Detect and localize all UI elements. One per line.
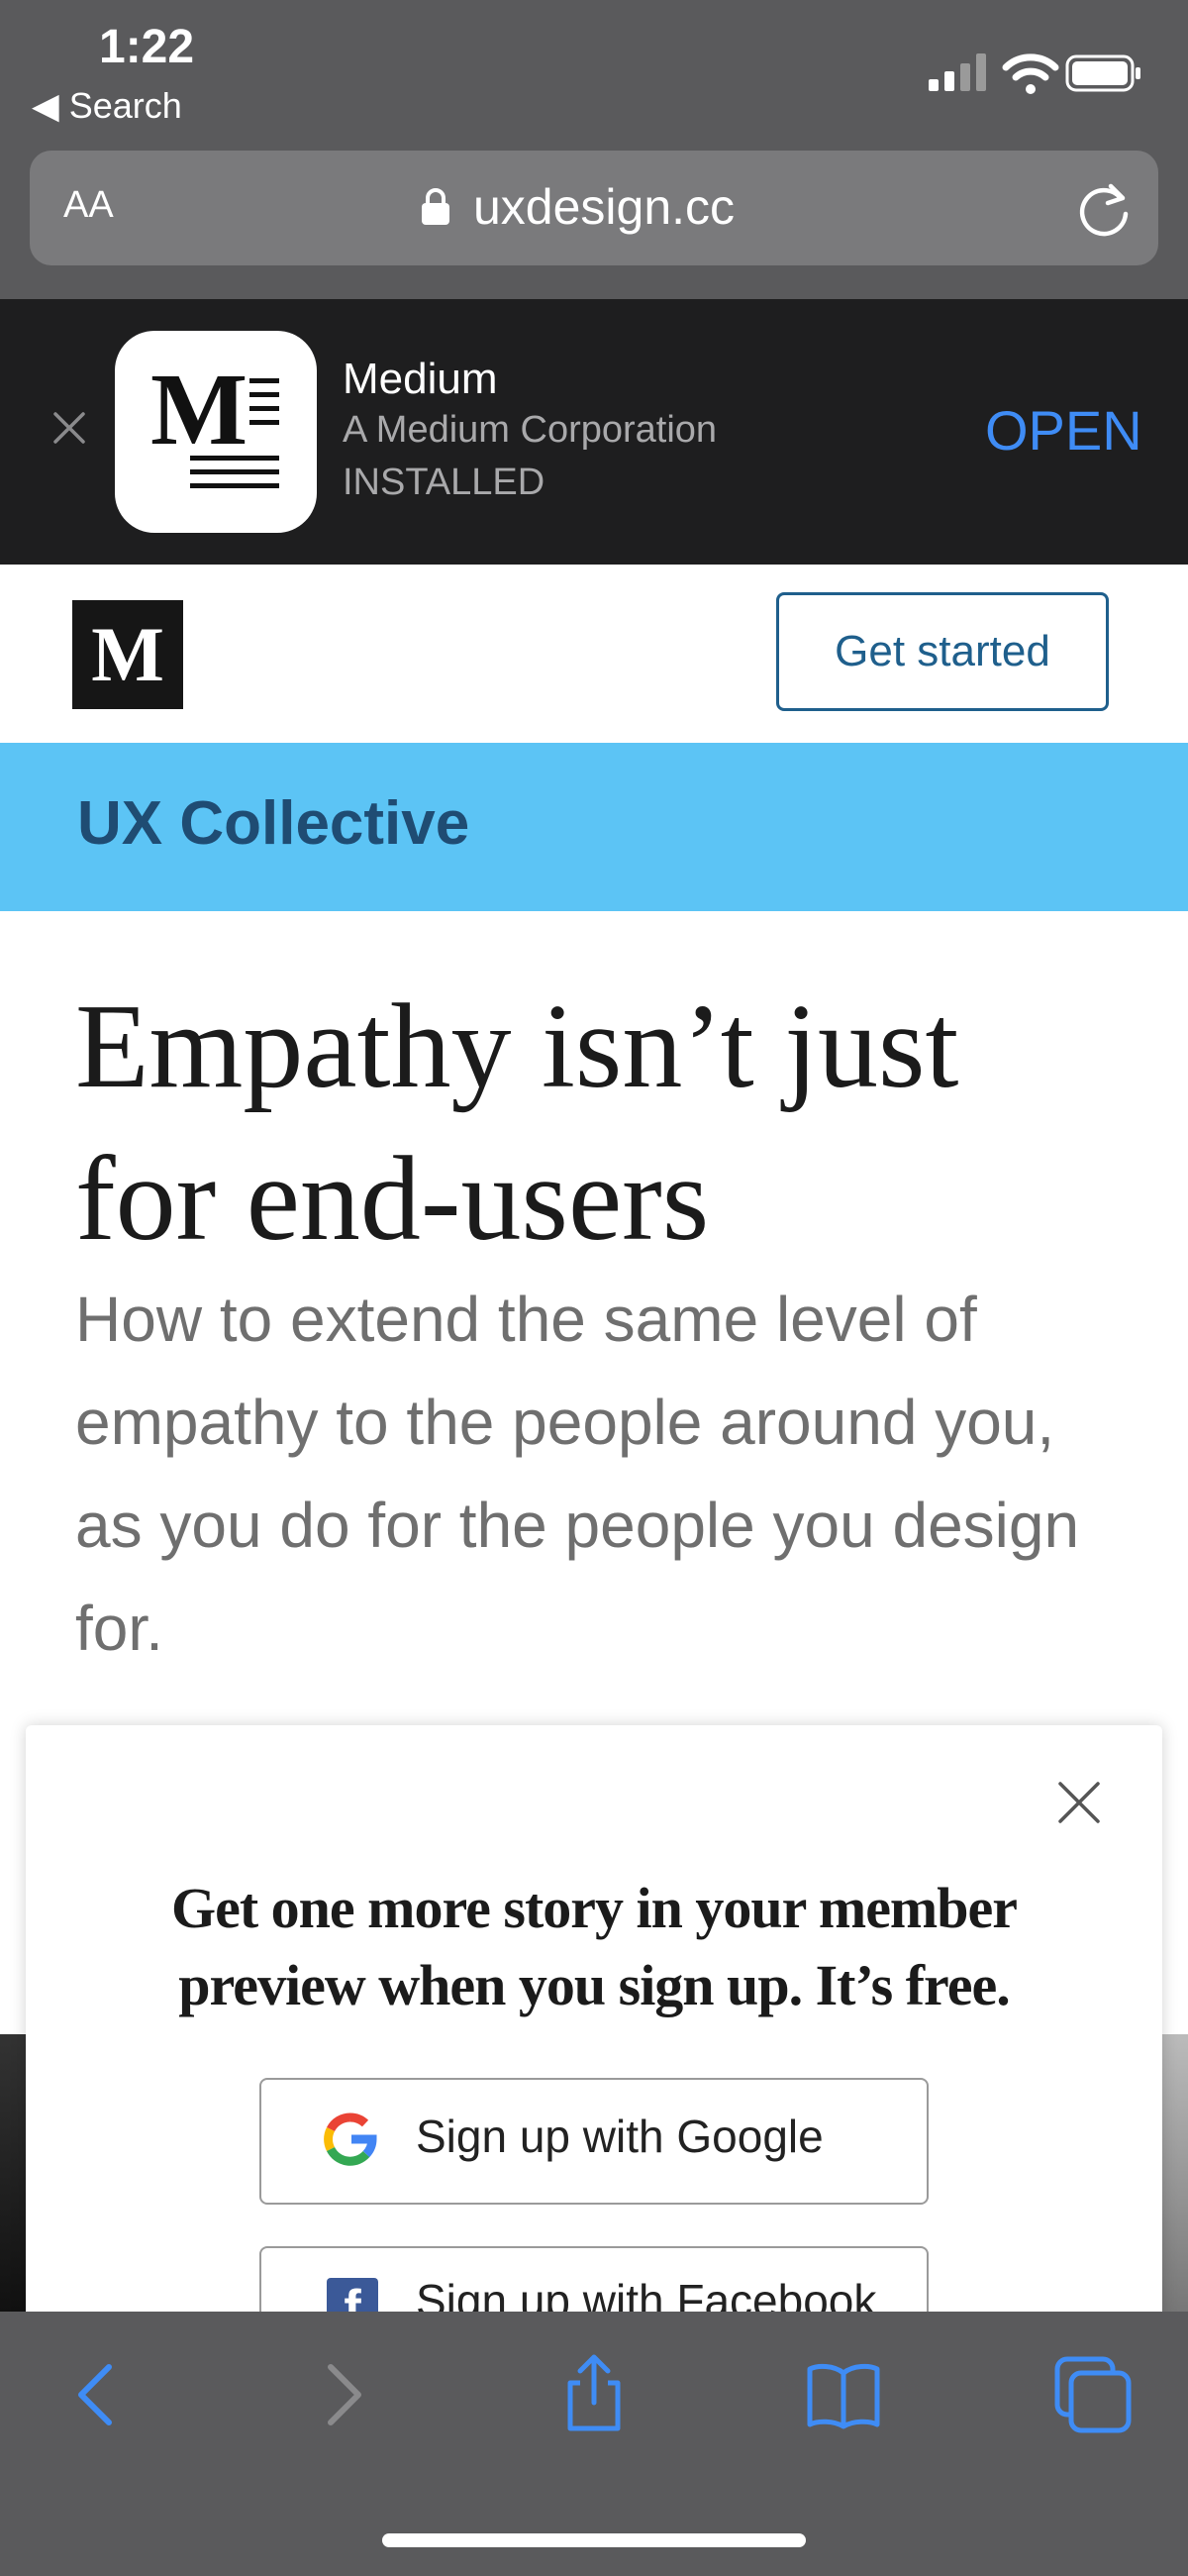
publication-name[interactable]: UX Collective xyxy=(77,788,469,859)
back-app-label: Search xyxy=(68,85,182,126)
close-icon[interactable] xyxy=(50,408,89,448)
share-icon[interactable] xyxy=(554,2353,634,2432)
google-button-label: Sign up with Google xyxy=(416,2111,824,2162)
back-to-search-link[interactable]: ◀ Search xyxy=(32,85,182,127)
text-size-button[interactable]: AA xyxy=(63,184,114,227)
tabs-icon[interactable] xyxy=(1053,2355,1133,2434)
google-icon xyxy=(324,2112,377,2166)
bookmarks-icon[interactable] xyxy=(804,2355,883,2434)
article-title: Empathy isn’t just for end-users xyxy=(75,979,959,1266)
reload-icon[interactable] xyxy=(1073,178,1135,240)
modal-close-icon[interactable] xyxy=(1054,1778,1104,1827)
modal-heading: Get one more story in your member previe… xyxy=(171,1876,1018,2017)
status-time: 1:22 xyxy=(99,21,195,73)
forward-icon[interactable] xyxy=(303,2355,382,2434)
url-text[interactable]: uxdesign.cc xyxy=(473,178,735,236)
get-started-button[interactable]: Get started xyxy=(776,592,1109,711)
battery-icon xyxy=(1065,54,1140,92)
back-triangle-icon: ◀ xyxy=(32,85,69,126)
article-subtitle: How to extend the same level of empathy … xyxy=(75,1284,1080,1664)
app-install-status: INSTALLED xyxy=(343,462,545,503)
medium-logo[interactable]: M xyxy=(72,600,183,709)
home-indicator xyxy=(382,2533,806,2547)
medium-app-icon: M xyxy=(115,331,317,533)
open-app-button[interactable]: OPEN xyxy=(985,398,1142,463)
wifi-icon xyxy=(1002,53,1059,94)
text-lines-icon xyxy=(190,378,279,488)
app-publisher: A Medium Corporation xyxy=(343,409,718,451)
app-name: Medium xyxy=(343,355,498,403)
article-image-edge-right xyxy=(1160,2034,1188,2312)
cellular-signal-icon xyxy=(929,53,986,91)
lock-icon xyxy=(422,188,449,225)
article-image-edge-left xyxy=(0,2034,28,2312)
back-icon[interactable] xyxy=(57,2355,137,2434)
